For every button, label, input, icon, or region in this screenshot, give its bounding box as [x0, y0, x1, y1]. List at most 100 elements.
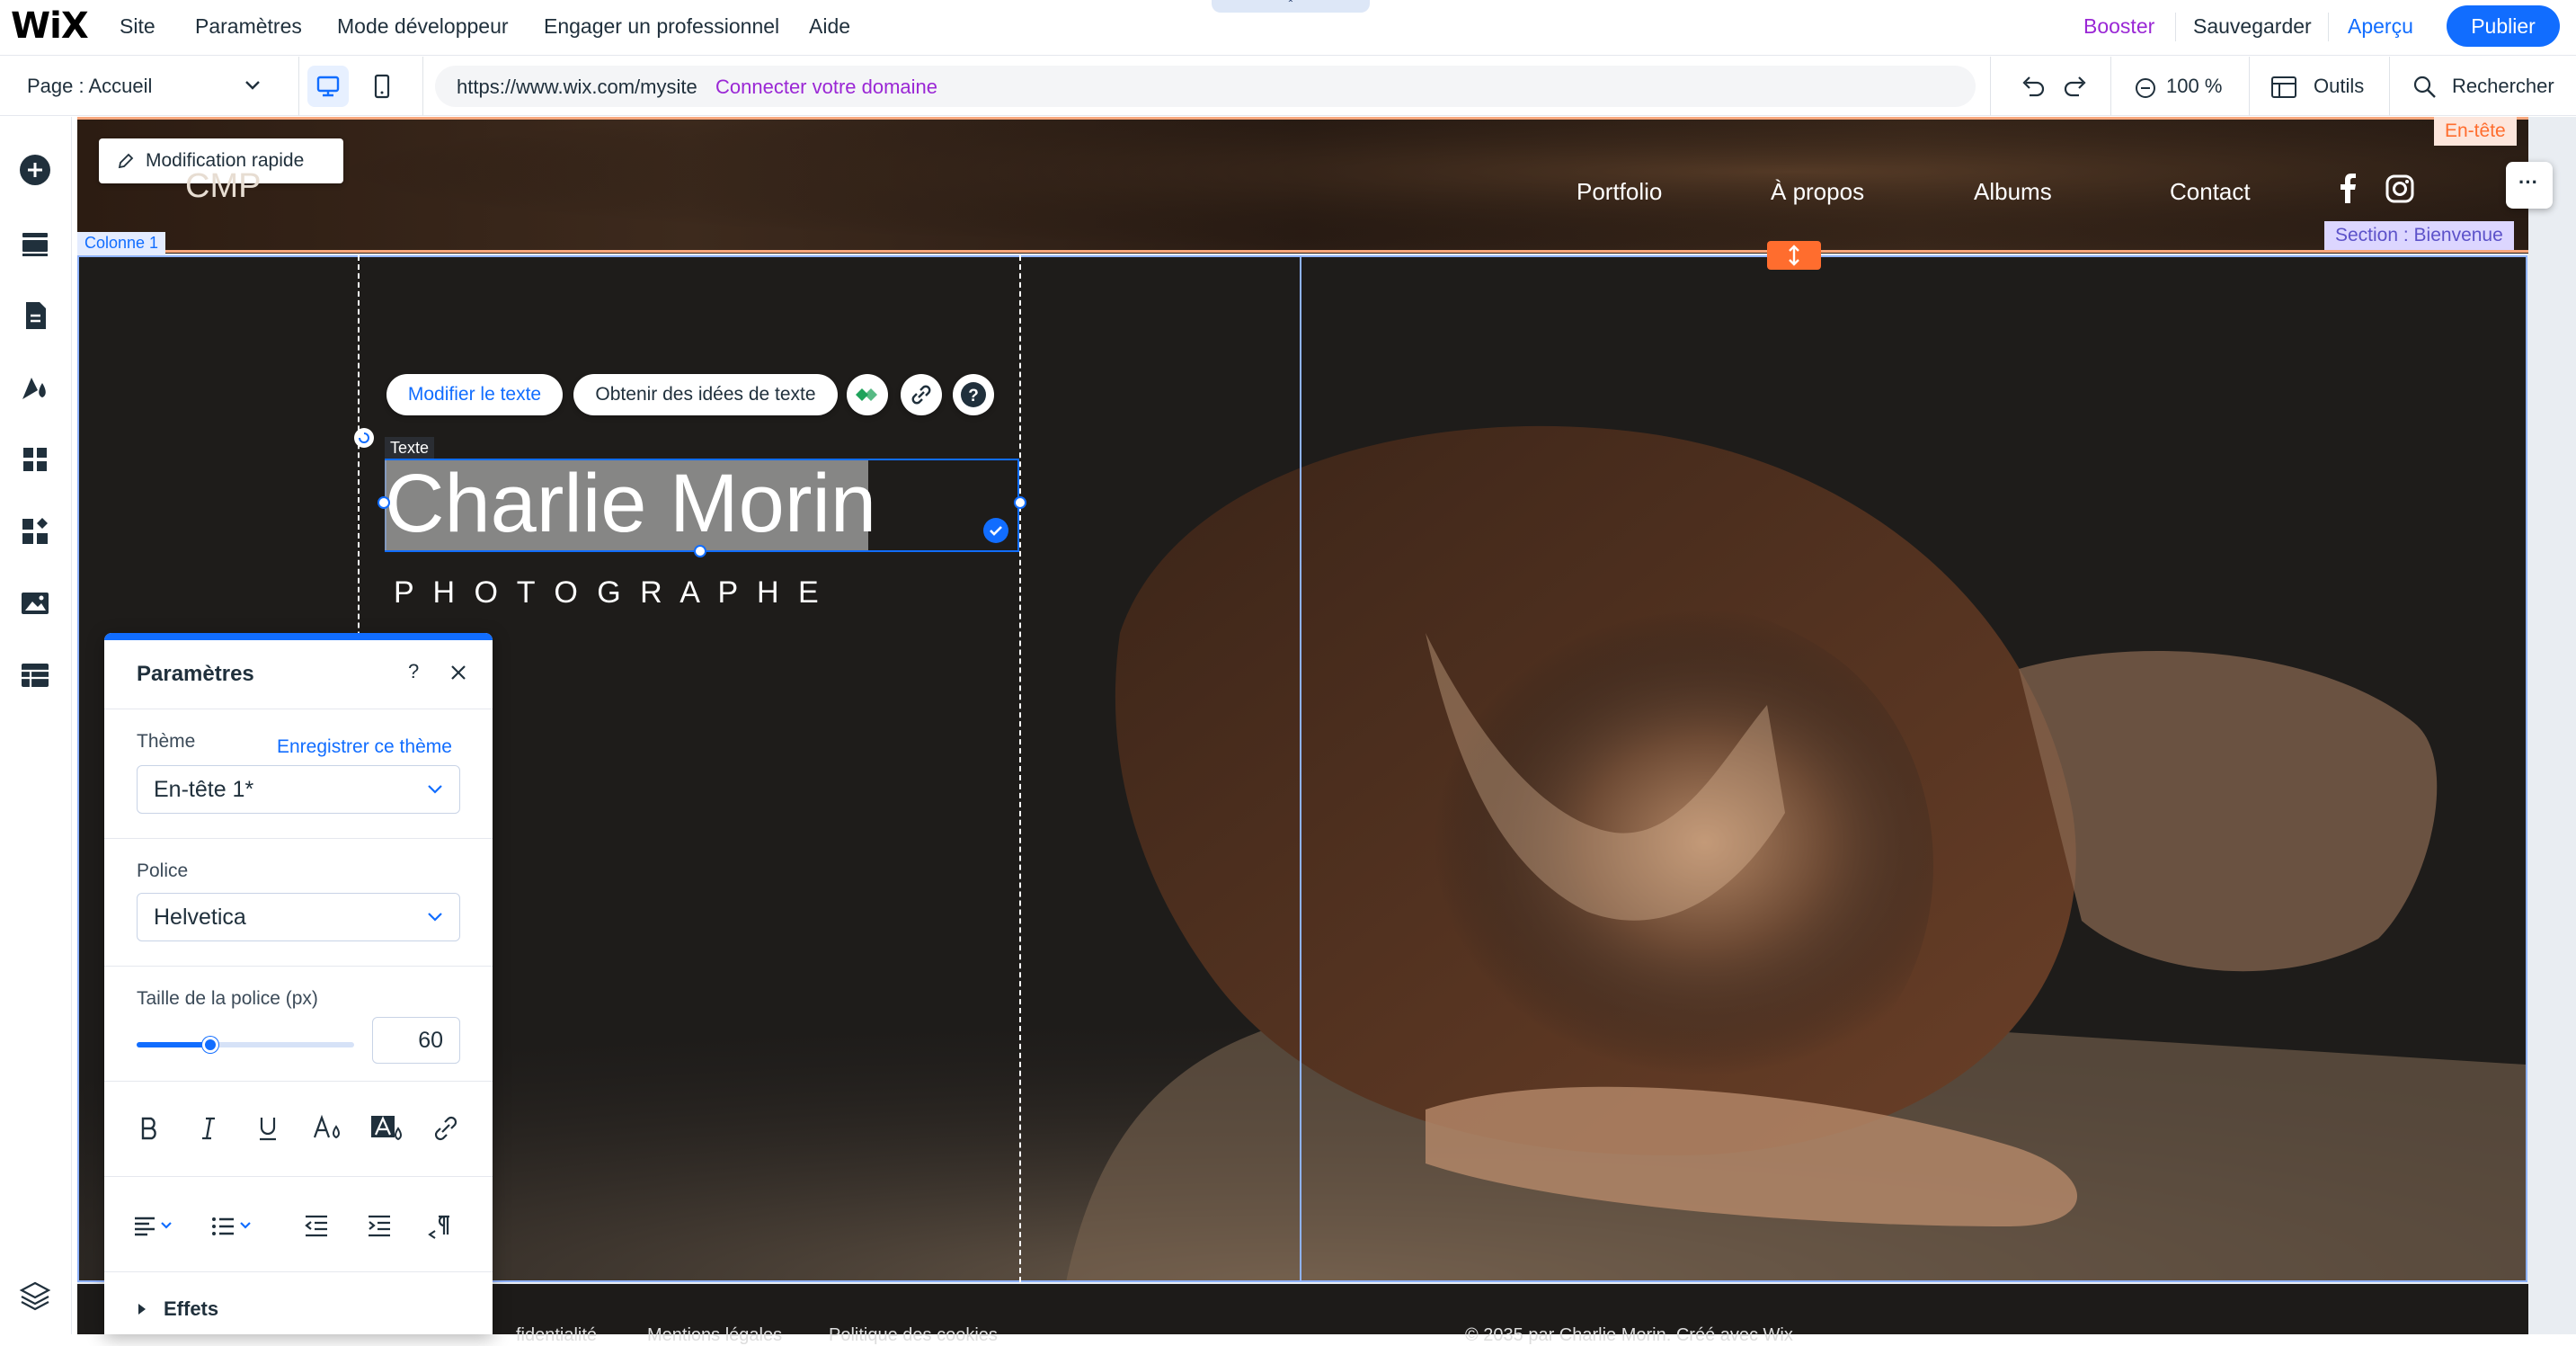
undo-icon[interactable]: [2019, 75, 2046, 100]
divider: [2175, 13, 2176, 41]
help-button[interactable]: ?: [953, 374, 994, 415]
menu-dev-mode[interactable]: Mode développeur: [337, 14, 509, 39]
booster-button[interactable]: Booster: [2083, 14, 2154, 39]
theme-value: En-tête 1*: [154, 777, 254, 802]
font-section: Police Helvetica: [104, 838, 493, 966]
effects-label: Effets: [164, 1297, 219, 1320]
menu-settings[interactable]: Paramètres: [195, 14, 302, 39]
indent-icon[interactable]: [361, 1208, 397, 1243]
resize-vertical-icon: [1789, 245, 1799, 266]
sections-icon[interactable]: [18, 227, 52, 261]
nav-contact[interactable]: Contact: [2170, 178, 2251, 206]
confirm-button[interactable]: [983, 518, 1008, 543]
business-apps-icon[interactable]: [18, 514, 52, 548]
apps-icon[interactable]: [18, 442, 52, 477]
more-icon: ···: [2518, 171, 2538, 193]
footer-legal-link[interactable]: Mentions légales: [647, 1325, 782, 1346]
link-button[interactable]: [901, 374, 942, 415]
link-icon[interactable]: [428, 1110, 464, 1146]
header-light-overlay: [77, 117, 2528, 254]
menu-site[interactable]: Site: [120, 14, 155, 39]
zoom-out-icon[interactable]: [2134, 76, 2157, 100]
font-size-label: Taille de la police (px): [137, 988, 318, 1009]
tools-icon: [2271, 76, 2296, 98]
font-size-slider-thumb[interactable]: [202, 1037, 219, 1053]
desktop-view-button[interactable]: [307, 66, 349, 107]
ai-text-ideas-button[interactable]: Obtenir des idées de texte: [573, 374, 838, 415]
resize-handle-right[interactable]: [1014, 496, 1026, 509]
nav-albums[interactable]: Albums: [1974, 178, 2052, 206]
cms-icon[interactable]: [18, 658, 52, 692]
hero-title[interactable]: Charlie Morin: [385, 457, 876, 550]
wix-logo[interactable]: WiX: [11, 5, 89, 47]
effects-section[interactable]: Effets: [104, 1271, 493, 1334]
resize-handle-left[interactable]: [378, 496, 390, 509]
resize-handle-bottom[interactable]: [694, 545, 706, 557]
page-selector[interactable]: Page : Accueil: [27, 75, 152, 98]
pages-icon[interactable]: [18, 299, 52, 333]
font-size-slider[interactable]: [137, 1037, 354, 1053]
text-color-icon[interactable]: [309, 1110, 345, 1146]
chevron-down-icon[interactable]: [244, 80, 261, 91]
close-icon[interactable]: [449, 664, 467, 682]
menu-hire-pro[interactable]: Engager un professionnel: [544, 14, 779, 39]
search-button[interactable]: Rechercher: [2452, 75, 2554, 98]
save-theme-link[interactable]: Enregistrer ce thème: [277, 736, 452, 758]
link-icon: [911, 385, 931, 405]
nav-about[interactable]: À propos: [1771, 178, 1864, 206]
font-size-input[interactable]: 60: [372, 1017, 460, 1064]
edit-text-button[interactable]: Modifier le texte: [386, 374, 563, 415]
font-label: Police: [137, 860, 189, 881]
connect-domain-link[interactable]: Connecter votre domaine: [715, 76, 937, 99]
footer-cookies-link[interactable]: Politique des cookies: [829, 1325, 998, 1346]
chevron-up-icon: ˆ: [1288, 0, 1293, 12]
collapse-topbar-button[interactable]: ˆ: [1212, 0, 1370, 13]
bold-icon[interactable]: [131, 1110, 167, 1146]
pencil-icon: [118, 153, 134, 169]
zoom-level[interactable]: 100 %: [2166, 75, 2222, 98]
divider: [2328, 13, 2329, 41]
header-selection-bottom: [77, 250, 2528, 253]
theme-dropdown[interactable]: En-tête 1*: [137, 765, 460, 814]
media-icon[interactable]: [18, 586, 52, 620]
theme-section: Thème Enregistrer ce thème En-tête 1*: [104, 709, 493, 838]
url-bar[interactable]: https://www.wix.com/mysite Connecter vot…: [435, 66, 1976, 107]
facebook-icon[interactable]: [2337, 173, 2358, 203]
align-icon[interactable]: [131, 1208, 182, 1243]
formatting-section: [104, 1081, 493, 1176]
redo-icon[interactable]: [2063, 75, 2090, 100]
highlight-icon[interactable]: [369, 1110, 404, 1146]
header-badge[interactable]: En-tête: [2434, 117, 2517, 146]
outdent-icon[interactable]: [298, 1208, 334, 1243]
nav-portfolio[interactable]: Portfolio: [1577, 178, 1662, 206]
panel-help-icon[interactable]: ?: [408, 660, 419, 683]
design-icon[interactable]: [18, 370, 52, 405]
bullets-icon[interactable]: [209, 1208, 259, 1243]
font-dropdown[interactable]: Helvetica: [137, 893, 460, 941]
svg-text:?: ?: [968, 387, 979, 406]
menu-help[interactable]: Aide: [809, 14, 850, 39]
column-badge[interactable]: Colonne 1: [77, 232, 166, 254]
element-type-tag: Texte: [385, 437, 435, 459]
footer-privacy-link[interactable]: fidentialité: [516, 1325, 597, 1346]
resize-section-handle[interactable]: [1767, 241, 1821, 270]
add-icon[interactable]: [18, 153, 52, 187]
more-actions-button[interactable]: ···: [2506, 162, 2553, 209]
italic-icon[interactable]: [191, 1110, 227, 1146]
save-button[interactable]: Sauvegarder: [2193, 14, 2312, 39]
site-header[interactable]: [77, 117, 2528, 254]
tools-button[interactable]: Outils: [2314, 75, 2364, 98]
hero-subtitle[interactable]: P H O T O G R A P H E: [394, 575, 824, 611]
publish-button[interactable]: Publier: [2447, 5, 2560, 47]
preview-button[interactable]: Aperçu: [2348, 14, 2413, 39]
mobile-view-button[interactable]: [361, 66, 403, 107]
animation-button[interactable]: [847, 374, 888, 415]
underline-icon[interactable]: [250, 1110, 286, 1146]
instagram-icon[interactable]: [2385, 174, 2414, 203]
section-badge[interactable]: Section : Bienvenue: [2324, 221, 2514, 250]
layers-icon[interactable]: [18, 1279, 52, 1313]
site-logo[interactable]: CMP: [185, 167, 261, 206]
panel-title: Paramètres: [137, 662, 254, 686]
rotate-handle-icon[interactable]: [352, 426, 376, 450]
text-direction-icon[interactable]: [422, 1208, 458, 1243]
